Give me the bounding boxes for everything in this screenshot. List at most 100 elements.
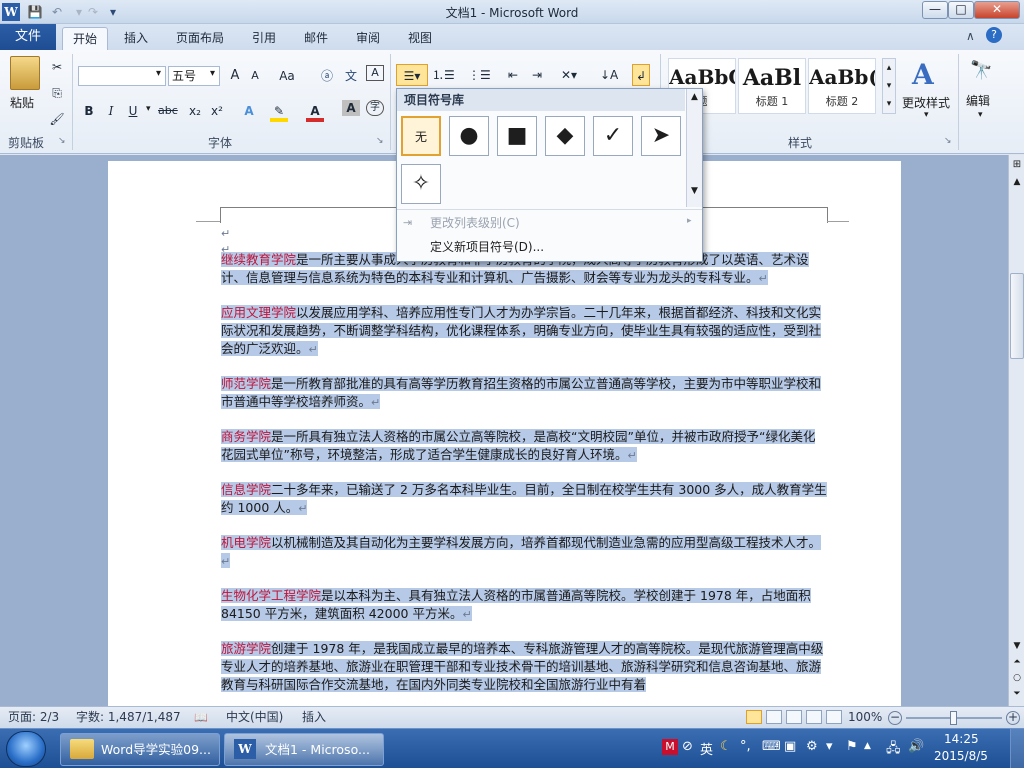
bullet-arrow[interactable]: ➤ bbox=[641, 116, 681, 156]
styles-scroll[interactable]: ▴ ▾ ▾ bbox=[882, 58, 896, 114]
format-painter-icon[interactable]: 🖌 bbox=[48, 108, 66, 130]
tab-references[interactable]: 引用 bbox=[242, 27, 286, 50]
zoom-slider[interactable] bbox=[906, 711, 1002, 725]
tab-view[interactable]: 视图 bbox=[398, 27, 442, 50]
next-page-icon[interactable]: ⏷ bbox=[1011, 689, 1023, 703]
ime-language-indicator[interactable]: 英 bbox=[700, 739, 713, 758]
language-indicator[interactable]: 中文(中国) bbox=[226, 707, 283, 728]
paragraph[interactable]: 商务学院是一所具有独立法人资格的市属公立高等院校，是高校“文明校园”单位，并被市… bbox=[221, 428, 827, 465]
numbering-icon[interactable]: ⒈☰ bbox=[432, 64, 455, 86]
char-shading-icon[interactable]: A bbox=[342, 100, 360, 116]
ime-comma-icon[interactable]: °, bbox=[740, 739, 751, 754]
select-browse-object-icon[interactable]: ○ bbox=[1011, 673, 1023, 687]
ime-skin-icon[interactable]: ▣ bbox=[784, 739, 796, 754]
bullets-button[interactable]: ☰▾ bbox=[396, 64, 428, 86]
bullet-filled-circle[interactable]: ● bbox=[449, 116, 489, 156]
zoom-in-icon[interactable]: + bbox=[1006, 711, 1020, 725]
change-list-level-menu-item[interactable]: 更改列表级别(C) bbox=[397, 211, 685, 235]
volume-icon[interactable]: 🔊 bbox=[908, 739, 924, 754]
tab-insert[interactable]: 插入 bbox=[114, 27, 158, 50]
show-hidden-icons[interactable]: ▲ bbox=[864, 741, 871, 751]
start-button[interactable] bbox=[6, 731, 46, 767]
underline-dropdown-icon[interactable]: ▾ bbox=[146, 104, 151, 114]
show-marks-icon[interactable]: ↲ bbox=[632, 64, 650, 86]
show-desktop-button[interactable] bbox=[1010, 729, 1024, 768]
keyboard-icon[interactable]: ⌨ bbox=[762, 739, 781, 754]
change-styles-button[interactable]: 更改样式 bbox=[902, 94, 950, 111]
ruler-toggle-icon[interactable]: ⊞ bbox=[1011, 159, 1023, 173]
ime-moon-icon[interactable]: ☾ bbox=[720, 739, 732, 754]
clipboard-launcher-icon[interactable]: ↘ bbox=[58, 136, 66, 146]
multilevel-list-icon[interactable]: ⋮☰ bbox=[468, 64, 491, 86]
shrink-font-button[interactable]: A bbox=[246, 65, 264, 87]
zoom-out-icon[interactable]: − bbox=[888, 711, 902, 725]
word-count[interactable]: 字数: 1,487/1,487 bbox=[76, 707, 181, 728]
bullet-star[interactable]: ✧ bbox=[401, 164, 441, 204]
change-case-button[interactable]: Aa bbox=[278, 65, 296, 87]
tab-file[interactable]: 文件 bbox=[0, 24, 56, 50]
network-icon[interactable]: 🖧 bbox=[886, 739, 901, 761]
sort-icon[interactable]: ↓A bbox=[600, 64, 618, 86]
ime-menu-icon[interactable]: ▾ bbox=[826, 739, 833, 754]
strikethrough-button[interactable]: abc bbox=[158, 100, 178, 122]
paragraph[interactable]: 师范学院是一所教育部批准的具有高等学历教育招生资格的市属公立普通高等学校，主要为… bbox=[221, 375, 827, 412]
increase-indent-icon[interactable]: ⇥ bbox=[528, 64, 546, 86]
zoom-level[interactable]: 100% bbox=[848, 707, 882, 728]
tab-page-layout[interactable]: 页面布局 bbox=[166, 27, 234, 50]
style-heading-2[interactable]: AaBb( 标题 2 bbox=[808, 58, 876, 114]
chinese-layout-icon[interactable]: ✕▾ bbox=[560, 64, 578, 86]
underline-button[interactable]: U bbox=[124, 100, 142, 122]
print-layout-view-icon[interactable] bbox=[746, 710, 762, 724]
edit-dropdown-icon[interactable]: ▾ bbox=[978, 110, 983, 120]
maximize-button[interactable]: □ bbox=[948, 1, 974, 19]
full-screen-reading-icon[interactable] bbox=[766, 710, 782, 724]
change-styles-icon[interactable]: A bbox=[912, 58, 934, 91]
edit-button[interactable]: 编辑 bbox=[966, 92, 990, 109]
clock-time[interactable]: 14:25 bbox=[944, 732, 979, 746]
tab-mailings[interactable]: 邮件 bbox=[294, 27, 338, 50]
insert-mode-indicator[interactable]: 插入 bbox=[302, 707, 326, 728]
proofing-icon[interactable]: 📖 bbox=[194, 707, 208, 728]
paragraph[interactable]: 信息学院二十多年来，已输送了 2 万多名本科毕业生。目前，全日制在校学生共有 3… bbox=[221, 481, 827, 518]
scroll-up-icon[interactable]: ▲ bbox=[687, 92, 702, 102]
cut-icon[interactable]: ✂ bbox=[48, 56, 66, 78]
draft-view-icon[interactable] bbox=[826, 710, 842, 724]
enclose-char-icon[interactable]: 字 bbox=[366, 100, 384, 116]
scroll-up-icon[interactable]: ▲ bbox=[1011, 177, 1023, 191]
page-indicator[interactable]: 页面: 2/3 bbox=[8, 707, 59, 728]
bullet-filled-square[interactable]: ■ bbox=[497, 116, 537, 156]
font-name-combo[interactable] bbox=[78, 66, 166, 86]
minimize-button[interactable]: — bbox=[922, 1, 948, 19]
document-body[interactable]: 继续教育学院是一所主要从事成人学历教育和非学历教育的学院，成人高等学历教育形成了… bbox=[221, 251, 827, 710]
copy-icon[interactable]: ⎘ bbox=[48, 82, 66, 104]
decrease-indent-icon[interactable]: ⇤ bbox=[504, 64, 522, 86]
tab-home[interactable]: 开始 bbox=[62, 27, 109, 50]
scroll-down-icon[interactable]: ▼ bbox=[687, 186, 702, 196]
dropdown-scrollbar[interactable]: ▲ ▼ bbox=[686, 89, 702, 207]
vertical-scrollbar[interactable]: ⊞ ▲ ▼ ⏶ ○ ⏷ bbox=[1008, 155, 1024, 706]
paste-icon[interactable] bbox=[10, 56, 40, 90]
ime-tool-icon[interactable]: ⚙ bbox=[806, 739, 818, 754]
scroll-down-icon[interactable]: ▼ bbox=[1011, 641, 1023, 655]
clear-format-icon[interactable]: ⓐ bbox=[318, 65, 336, 87]
previous-page-icon[interactable]: ⏶ bbox=[1011, 657, 1023, 671]
italic-button[interactable]: I bbox=[102, 100, 120, 122]
char-border-icon[interactable]: A bbox=[366, 65, 384, 81]
action-center-icon[interactable]: ⚑ bbox=[846, 739, 858, 754]
paragraph[interactable]: 生物化学工程学院是以本科为主、具有独立法人资格的市属普通高等院校。学校创建于 1… bbox=[221, 587, 827, 624]
help-icon[interactable]: ? bbox=[986, 27, 1002, 43]
ime-m-icon[interactable]: M bbox=[662, 739, 678, 755]
paragraph[interactable]: 应用文理学院以发展应用学科、培养应用性专门人才为办学宗旨。二十几年来，根据首都经… bbox=[221, 304, 827, 359]
tab-review[interactable]: 审阅 bbox=[346, 27, 390, 50]
font-size-dropdown-icon[interactable]: ▾ bbox=[210, 68, 215, 79]
grow-font-button[interactable]: A bbox=[226, 65, 244, 87]
minimize-ribbon-icon[interactable]: ∧ bbox=[966, 29, 975, 43]
paste-button[interactable]: 粘贴 bbox=[10, 94, 34, 111]
bullet-checkmark[interactable]: ✓ bbox=[593, 116, 633, 156]
paragraph[interactable]: 机电学院以机械制造及其自动化为主要学科发展方向，培养首都现代制造业急需的应用型高… bbox=[221, 534, 827, 571]
clock-date[interactable]: 2015/8/5 bbox=[934, 749, 988, 763]
bullet-diamond[interactable]: ◆ bbox=[545, 116, 585, 156]
font-launcher-icon[interactable]: ↘ bbox=[376, 136, 384, 146]
outline-view-icon[interactable] bbox=[806, 710, 822, 724]
bullet-none[interactable]: 无 bbox=[401, 116, 441, 156]
